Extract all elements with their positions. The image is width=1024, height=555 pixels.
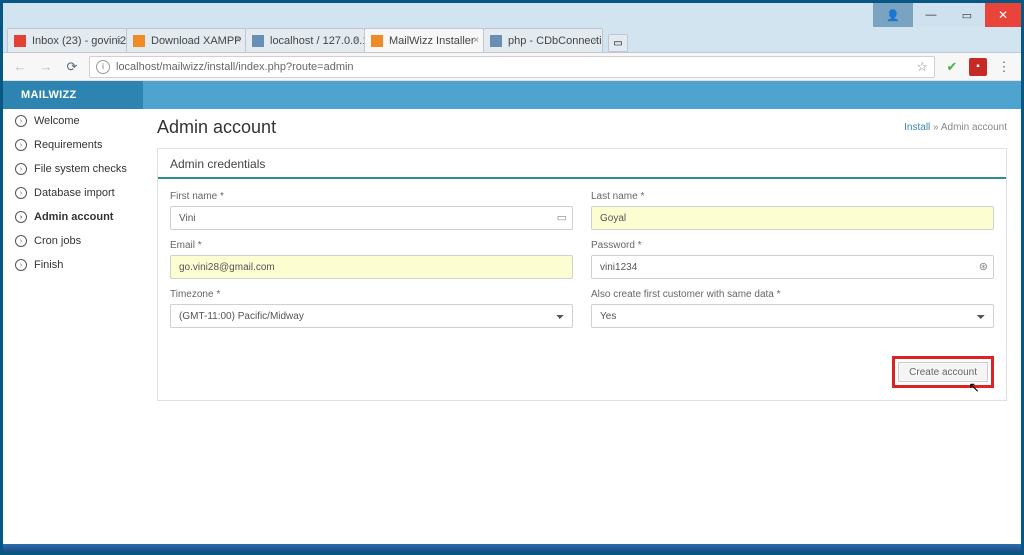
breadcrumb: Install » Admin account [904,122,1007,133]
browser-tabstrip: Inbox (23) - govini28@g× Download XAMPP×… [3,27,1021,53]
windows-taskbar[interactable] [3,544,1021,552]
minimize-button[interactable]: — [913,3,949,27]
header-strip [143,81,1021,109]
tab-close-icon[interactable]: × [354,35,360,46]
sidebar-item-requirements[interactable]: › Requirements [3,133,143,157]
main-content: Admin account Install » Admin account Ad… [143,81,1021,544]
reload-icon[interactable]: ⟳ [63,58,81,76]
contact-card-icon[interactable]: ▭ [557,211,567,224]
tab-label: MailWizz Installer [389,35,475,47]
tab-close-icon[interactable]: × [473,35,479,46]
app-frame: MAILWIZZ › Welcome › Requirements › File sy… [3,81,1021,544]
mouse-cursor-icon: ↖ [968,379,980,396]
sidebar-item-label: Cron jobs [34,235,81,247]
forward-icon[interactable]: → [37,58,55,76]
key-icon[interactable]: ⊛ [979,260,988,273]
tab-label: localhost / 127.0.0.1 | ph [270,35,365,47]
password-label: Password * [591,240,994,251]
chevron-right-icon: › [15,115,27,127]
brand-logo: MAILWIZZ [3,81,143,109]
last-name-input[interactable] [591,206,994,230]
chevron-right-icon: › [15,259,27,271]
sidebar-item-label: Finish [34,259,63,271]
tab-label: Inbox (23) - govini28@g [32,35,127,47]
sidebar-item-filesystem[interactable]: › File system checks [3,157,143,181]
tab-close-icon[interactable]: × [592,35,598,46]
sidebar-item-label: File system checks [34,163,127,175]
tab-close-icon[interactable]: × [116,35,122,46]
tab-close-icon[interactable]: × [235,35,241,46]
admin-credentials-panel: Admin credentials First name * ▭ Last na… [157,148,1007,401]
chevron-right-icon: › [15,187,27,199]
breadcrumb-install-link[interactable]: Install [904,122,930,133]
first-name-label: First name * [170,191,573,202]
timezone-select[interactable]: (GMT-11:00) Pacific/Midway [170,304,573,328]
tab-mailwizz[interactable]: MailWizz Installer× [364,28,484,52]
url-text: localhost/mailwizz/install/index.php?rou… [116,61,354,73]
chevron-right-icon: › [15,163,27,175]
sidebar-item-finish[interactable]: › Finish [3,253,143,277]
sidebar-item-label: Welcome [34,115,80,127]
address-bar[interactable]: i localhost/mailwizz/install/index.php?r… [89,56,935,78]
tab-phpmyadmin[interactable]: localhost / 127.0.0.1 | ph× [245,28,365,52]
sidebar: MAILWIZZ › Welcome › Requirements › File sy… [3,81,143,544]
user-icon[interactable]: 👤 [873,3,913,27]
chevron-right-icon: › [15,235,27,247]
back-icon[interactable]: ← [11,58,29,76]
new-tab-button[interactable]: ▭ [608,34,628,52]
page-title: Admin account [157,117,276,138]
sidebar-item-cron[interactable]: › Cron jobs [3,229,143,253]
panel-heading: Admin credentials [158,149,1006,179]
chevron-right-icon: › [15,139,27,151]
email-input[interactable] [170,255,573,279]
browser-toolbar: ← → ⟳ i localhost/mailwizz/install/index… [3,53,1021,81]
window-title-bar: 👤 — ▭ ✕ [3,3,1021,27]
sidebar-item-label: Admin account [34,211,113,223]
tab-label: Download XAMPP [151,35,242,47]
sidebar-item-label: Database import [34,187,115,199]
password-input[interactable] [591,255,994,279]
email-label: Email * [170,240,573,251]
also-create-select[interactable]: Yes [591,304,994,328]
tab-stackoverflow[interactable]: php - CDbConnection fa× [483,28,603,52]
timezone-label: Timezone * [170,289,573,300]
site-info-icon[interactable]: i [96,60,110,74]
breadcrumb-current: Admin account [941,122,1007,133]
sidebar-item-admin-account[interactable]: › Admin account [3,205,143,229]
menu-icon[interactable]: ⋮ [995,58,1013,76]
tab-xampp[interactable]: Download XAMPP× [126,28,246,52]
tab-inbox[interactable]: Inbox (23) - govini28@g× [7,28,127,52]
sidebar-item-welcome[interactable]: › Welcome [3,109,143,133]
sidebar-item-label: Requirements [34,139,102,151]
sidebar-item-database[interactable]: › Database import [3,181,143,205]
extension-green-icon[interactable]: ✔ [943,58,961,76]
first-name-input[interactable] [170,206,573,230]
bookmark-star-icon[interactable]: ☆ [916,59,928,75]
chevron-right-icon: › [15,211,27,223]
maximize-button[interactable]: ▭ [949,3,985,27]
close-button[interactable]: ✕ [985,3,1021,27]
extension-red-icon[interactable]: ▪ [969,58,987,76]
also-create-label: Also create first customer with same dat… [591,289,994,300]
tab-label: php - CDbConnection fa [508,35,603,47]
page-header: Admin account Install » Admin account [157,117,1007,138]
last-name-label: Last name * [591,191,994,202]
